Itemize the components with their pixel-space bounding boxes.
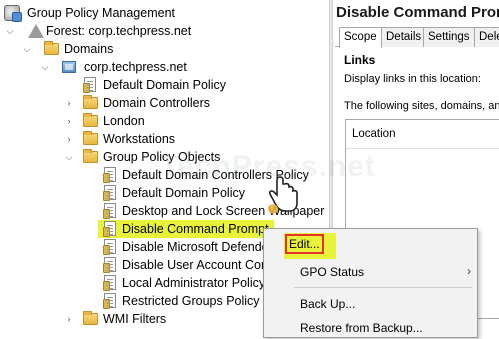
gpo-icon <box>103 203 116 219</box>
gpo-title: Disable Command Prompt <box>336 4 499 21</box>
tree-item-label: corp.techpress.net <box>84 60 187 74</box>
gpo-icon <box>103 167 116 183</box>
tree-item-domains[interactable]: ⌵ Domains <box>0 40 329 58</box>
tree-item-london[interactable]: › London <box>0 112 329 130</box>
chevron-right-icon[interactable]: › <box>64 133 74 145</box>
tab-scope[interactable]: Scope <box>339 27 382 48</box>
folder-icon <box>83 131 98 145</box>
menu-item-label: Restore from Backup... <box>300 321 423 335</box>
domain-icon <box>62 61 76 73</box>
hand-cursor-icon <box>268 176 298 214</box>
tree-item-label: Disable Microsoft Defender <box>122 240 273 254</box>
tree-item-label: Forest: corp.techpress.net <box>46 24 192 38</box>
folder-icon <box>44 41 59 55</box>
tree-item-label: Disable Command Prompt <box>122 222 269 236</box>
tree-item-label: Default Domain Policy <box>103 78 226 92</box>
menu-item-label: Back Up... <box>300 297 356 311</box>
links-heading: Links <box>344 53 376 67</box>
chevron-down-icon[interactable]: ⌵ <box>22 43 32 55</box>
menu-item-back-up[interactable]: Back Up... <box>264 293 477 315</box>
menu-item-restore[interactable]: Restore from Backup... <box>264 317 477 339</box>
tree-item-label: Default Domain Policy <box>122 186 245 200</box>
folder-icon <box>83 113 98 127</box>
folder-icon <box>83 95 98 109</box>
sites-description: The following sites, domains, and OUs ar… <box>344 100 499 112</box>
tree-item-gpo-link[interactable]: Default Domain Policy <box>0 76 329 94</box>
tab-delegation[interactable]: Delegation <box>474 27 499 47</box>
tree-item-domain-controllers[interactable]: › Domain Controllers <box>0 94 329 112</box>
chevron-right-icon[interactable]: › <box>64 97 74 109</box>
tree-item-domain[interactable]: ⌵ corp.techpress.net <box>0 58 329 76</box>
gpo-link-icon <box>83 77 96 93</box>
forest-icon <box>28 24 44 38</box>
menu-item-label: GPO Status <box>300 265 365 279</box>
chevron-down-icon[interactable]: ⌵ <box>64 151 74 163</box>
menu-separator <box>294 287 472 288</box>
tree-item-label: Domain Controllers <box>103 96 210 110</box>
gpo-icon <box>103 293 116 309</box>
tree-item-label: Local Administrator Policy <box>122 276 266 290</box>
tab-strip: Scope Details Settings Delegation <box>335 27 499 48</box>
chevron-down-icon[interactable]: ⌵ <box>40 61 50 73</box>
submenu-arrow-icon: › <box>467 264 471 278</box>
menu-item-label: Edit... <box>285 234 324 254</box>
tree-item-label: WMI Filters <box>103 312 167 326</box>
tree-item-label: London <box>103 114 145 128</box>
gpo-icon <box>103 185 116 201</box>
tree-item-label: Restricted Groups Policy <box>122 294 260 308</box>
header-divider <box>346 148 499 149</box>
gpo-icon <box>103 275 116 291</box>
tree-item-label: Workstations <box>103 132 176 146</box>
menu-item-gpo-status[interactable]: GPO Status › <box>264 261 477 283</box>
links-description: Display links in this location: <box>344 73 481 85</box>
context-menu: Edit... GPO Status › Back Up... Restore … <box>263 228 478 338</box>
location-column-header[interactable]: Location <box>352 128 395 140</box>
tree-item-forest[interactable]: ⌵ Forest: corp.techpress.net <box>0 22 329 40</box>
folder-icon <box>83 149 98 163</box>
tab-settings[interactable]: Settings <box>423 27 475 47</box>
menu-item-edit[interactable]: Edit... <box>284 233 336 259</box>
tree-item-label: Disable User Account Control <box>122 258 286 272</box>
chevron-right-icon[interactable]: › <box>64 313 74 325</box>
chevron-right-icon[interactable]: › <box>64 115 74 127</box>
gpo-icon <box>103 257 116 273</box>
tree-item-workstations[interactable]: › Workstations <box>0 130 329 148</box>
gpm-icon <box>4 5 22 22</box>
gpo-icon <box>103 239 116 255</box>
tree-item-label: Group Policy Management <box>27 6 175 20</box>
chevron-down-icon[interactable]: ⌵ <box>5 25 15 37</box>
folder-icon <box>83 311 98 325</box>
tab-details[interactable]: Details <box>381 27 427 47</box>
gpo-icon <box>103 221 116 237</box>
tree-item-group-policy-management[interactable]: Group Policy Management <box>0 4 329 22</box>
tree-item-label: Domains <box>64 42 114 56</box>
